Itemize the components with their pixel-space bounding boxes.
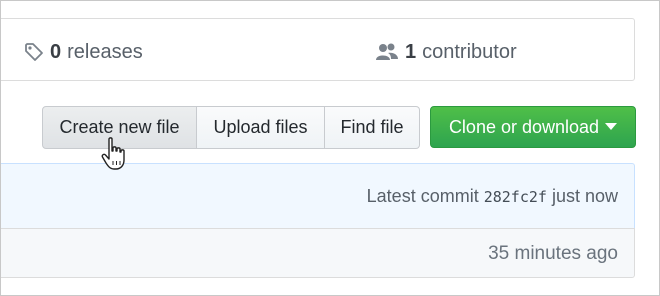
clone-button-label: Clone or download xyxy=(448,116,600,137)
releases-count: 0 xyxy=(50,40,62,63)
repo-summary-bar: 0 releases 1 contributor xyxy=(1,18,635,81)
latest-commit-row: Latest commit 282fc2f just now xyxy=(1,163,635,228)
hand-pointer-icon xyxy=(101,137,129,173)
screenshot-frame: 0 releases 1 contributor Create new file… xyxy=(0,0,660,296)
commit-time: just now xyxy=(551,186,618,206)
upload-files-button[interactable]: Upload files xyxy=(197,106,325,149)
contributors-link[interactable]: 1 contributor xyxy=(375,39,517,65)
clone-or-download-button[interactable]: Clone or download xyxy=(430,106,636,148)
contributors-label: contributor xyxy=(422,40,517,63)
file-row: 35 minutes ago xyxy=(1,228,635,278)
contributors-count: 1 xyxy=(405,40,417,63)
file-actions-group: Create new file Upload files Find file xyxy=(42,106,420,149)
caret-down-icon xyxy=(605,123,618,131)
find-file-button[interactable]: Find file xyxy=(325,106,420,149)
releases-link[interactable]: 0 releases xyxy=(24,39,143,65)
latest-commit-info: Latest commit 282fc2f just now xyxy=(367,186,618,207)
tag-icon xyxy=(24,42,44,62)
commit-prefix: Latest commit xyxy=(366,186,479,206)
commit-sha-link[interactable]: 282fc2f xyxy=(484,188,547,206)
file-age: 35 minutes ago xyxy=(488,243,618,264)
releases-label: releases xyxy=(67,40,143,63)
people-icon xyxy=(375,42,399,62)
